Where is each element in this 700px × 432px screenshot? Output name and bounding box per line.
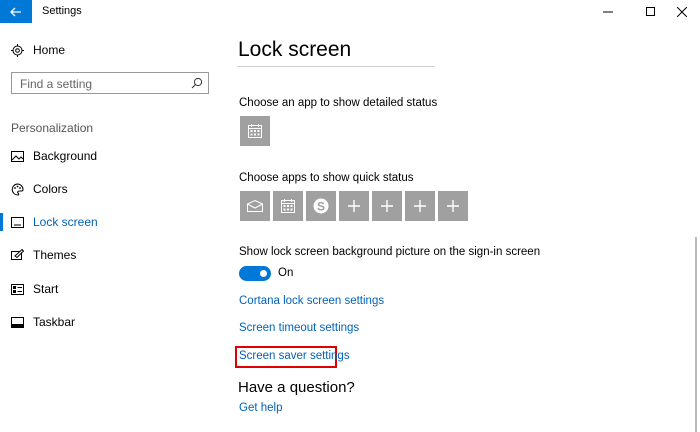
page-title: Lock screen [238, 38, 352, 61]
gear-icon [10, 43, 24, 57]
screen-saver-link[interactable]: Screen saver settings [239, 350, 350, 362]
cortana-lock-screen-link[interactable]: Cortana lock screen settings [239, 295, 384, 307]
sidebar-item-home[interactable]: Home [0, 36, 226, 64]
quick-status-tile-skype[interactable]: S [306, 191, 336, 221]
maximize-icon [646, 6, 655, 16]
minimize-button[interactable] [590, 0, 626, 23]
start-icon [10, 282, 24, 296]
search-placeholder: Find a setting [20, 77, 93, 91]
sidebar-item-label: Start [33, 282, 59, 296]
svg-text:S: S [317, 200, 325, 214]
themes-icon [10, 248, 24, 262]
screen-timeout-link[interactable]: Screen timeout settings [239, 322, 359, 334]
back-arrow-icon [10, 7, 21, 16]
quick-status-tile-calendar[interactable] [273, 191, 303, 221]
sidebar-item-background[interactable]: Background [0, 142, 226, 170]
signin-background-label: Show lock screen background picture on t… [239, 246, 541, 258]
title-divider [238, 66, 434, 67]
lock-screen-icon [10, 215, 24, 229]
calendar-icon [281, 199, 295, 213]
palette-icon [10, 182, 24, 196]
search-icon [191, 77, 203, 89]
sidebar-item-themes[interactable]: Themes [0, 241, 226, 269]
plus-icon [348, 200, 360, 212]
quick-status-add-button[interactable] [438, 191, 468, 221]
quick-status-add-button[interactable] [372, 191, 402, 221]
plus-icon [447, 200, 459, 212]
sidebar-item-label: Taskbar [33, 315, 76, 329]
mail-icon [247, 200, 263, 212]
quick-status-label: Choose apps to show quick status [239, 172, 414, 184]
plus-icon [414, 200, 426, 212]
sidebar-item-taskbar[interactable]: Taskbar [0, 308, 226, 336]
window-title: Settings [42, 5, 82, 17]
quick-status-add-button[interactable] [405, 191, 435, 221]
plus-icon [381, 200, 393, 212]
signin-background-toggle[interactable] [239, 266, 271, 281]
taskbar-icon [10, 315, 24, 329]
sidebar-item-label: Colors [33, 182, 68, 196]
quick-status-add-button[interactable] [339, 191, 369, 221]
close-button[interactable] [664, 0, 700, 23]
close-icon [677, 6, 687, 17]
sidebar-home-label: Home [33, 43, 66, 57]
section-heading: Personalization [11, 121, 94, 135]
sidebar-item-colors[interactable]: Colors [0, 175, 226, 203]
sidebar-item-label: Themes [33, 248, 77, 262]
minimize-icon [603, 11, 613, 12]
skype-icon: S [313, 198, 329, 214]
background-icon [10, 149, 24, 163]
title-bar: Settings [0, 0, 700, 23]
sidebar-item-start[interactable]: Start [0, 275, 226, 303]
scrollbar[interactable] [695, 237, 697, 432]
question-heading: Have a question? [238, 379, 355, 396]
search-input[interactable]: Find a setting [11, 72, 209, 94]
main-content [226, 23, 700, 432]
back-button[interactable] [0, 0, 32, 23]
get-help-link[interactable]: Get help [239, 402, 282, 414]
quick-status-tile-mail[interactable] [240, 191, 270, 221]
active-indicator [0, 213, 3, 231]
detailed-status-app-tile[interactable] [240, 116, 270, 146]
toggle-state-label: On [278, 267, 294, 279]
sidebar-item-label: Lock screen [33, 215, 98, 229]
detailed-status-label: Choose an app to show detailed status [239, 97, 438, 109]
sidebar-item-label: Background [33, 149, 98, 163]
toggle-knob [260, 270, 267, 277]
sidebar-item-lock-screen[interactable]: Lock screen [0, 208, 226, 236]
calendar-icon [248, 124, 262, 138]
